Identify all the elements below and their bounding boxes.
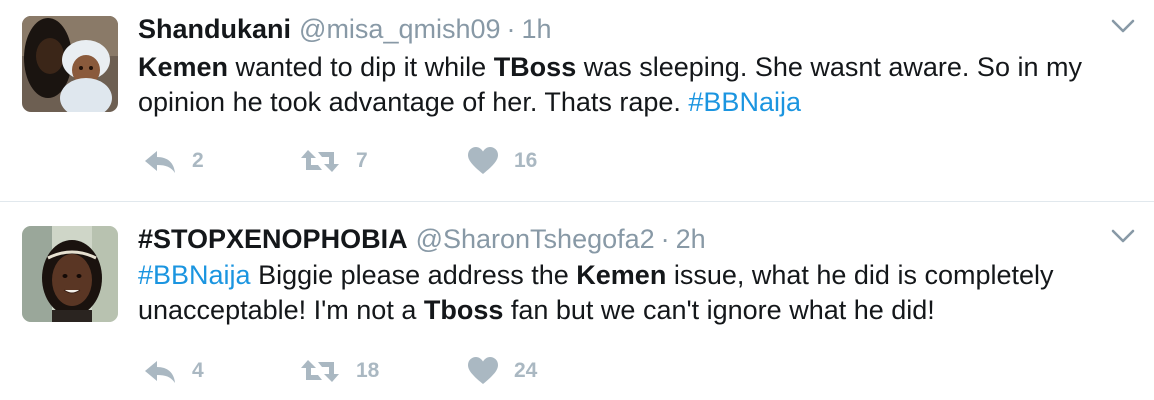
tweet-divider bbox=[0, 201, 1154, 202]
mention-text: Kemen bbox=[576, 260, 667, 290]
like-count: 24 bbox=[514, 359, 538, 382]
user-handle[interactable]: @SharonTshegofa2 bbox=[416, 224, 655, 254]
tweet-actions: 4 18 24 bbox=[138, 354, 698, 388]
reply-button[interactable]: 4 bbox=[142, 354, 204, 388]
text-segment: fan but we can't ignore what he did! bbox=[503, 295, 935, 325]
like-button[interactable]: 24 bbox=[466, 354, 537, 388]
chevron-down-icon bbox=[1111, 229, 1135, 243]
tweet[interactable]: #STOPXENOPHOBIA @SharonTshegofa2 · 2h #BBNa… bbox=[0, 0, 1154, 384]
avatar[interactable] bbox=[22, 226, 118, 322]
tweet-feed: Shandukani @misa_qmish09 · 1h Kemen wanted … bbox=[0, 0, 1154, 400]
retweet-count: 18 bbox=[356, 359, 380, 382]
reply-icon bbox=[142, 354, 178, 388]
separator-dot: · bbox=[660, 224, 670, 254]
display-name[interactable]: #STOPXENOPHOBIA bbox=[138, 224, 408, 254]
tweet-text: #BBNaija Biggie please address the Kemen… bbox=[138, 258, 1138, 328]
avatar-photo bbox=[22, 226, 118, 322]
retweet-icon bbox=[298, 354, 342, 388]
more-options-button[interactable] bbox=[1110, 226, 1136, 246]
reply-count: 4 bbox=[192, 359, 204, 382]
mention-text: Tboss bbox=[423, 295, 504, 325]
timestamp[interactable]: 2h bbox=[676, 224, 706, 254]
tweet-header: #STOPXENOPHOBIA @SharonTshegofa2 · 2h bbox=[138, 222, 706, 256]
hashtag-link[interactable]: #BBNaija bbox=[138, 260, 251, 290]
heart-icon bbox=[466, 354, 500, 388]
text-segment: Biggie please address the bbox=[250, 260, 577, 290]
retweet-button[interactable]: 18 bbox=[298, 354, 379, 388]
